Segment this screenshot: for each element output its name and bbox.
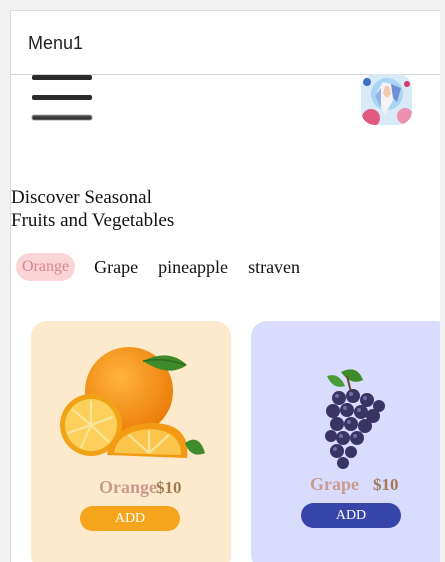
app-screen: Menu1 Discover Seasonal Fruits and Veget…	[10, 10, 440, 562]
product-price: $10	[156, 478, 182, 497]
tab-pineapple[interactable]: pineapple	[158, 257, 228, 278]
product-card-orange[interactable]: Orange $10 ADD	[31, 321, 231, 562]
hamburger-icon[interactable]	[32, 75, 92, 123]
page-headline: Discover Seasonal Fruits and Vegetables	[11, 186, 174, 232]
top-bar: Menu1	[11, 11, 440, 75]
grape-image	[325, 369, 385, 469]
add-button[interactable]: ADD	[301, 503, 401, 528]
product-price: $10	[373, 475, 399, 494]
product-name: Grape	[310, 474, 359, 494]
tab-grape[interactable]: Grape	[94, 257, 138, 278]
product-card-grape[interactable]: Grape $10 ADD	[251, 321, 440, 562]
category-tabs: Orange Grape pineapple straven	[16, 251, 320, 283]
hamburger-line	[32, 75, 92, 80]
avatar-icon	[361, 74, 412, 125]
add-button[interactable]: ADD	[80, 506, 180, 531]
headline-line-2: Fruits and Vegetables	[11, 210, 175, 231]
hamburger-line	[32, 95, 92, 100]
orange-image	[60, 347, 205, 458]
hamburger-line	[32, 115, 92, 120]
tab-straven[interactable]: straven	[248, 257, 300, 278]
product-name: Orange	[99, 477, 157, 497]
tab-orange[interactable]: Orange	[16, 253, 76, 281]
avatar[interactable]	[361, 74, 412, 125]
menu-title[interactable]: Menu1	[28, 33, 83, 54]
headline-line-1: Discover Seasonal	[11, 187, 152, 208]
